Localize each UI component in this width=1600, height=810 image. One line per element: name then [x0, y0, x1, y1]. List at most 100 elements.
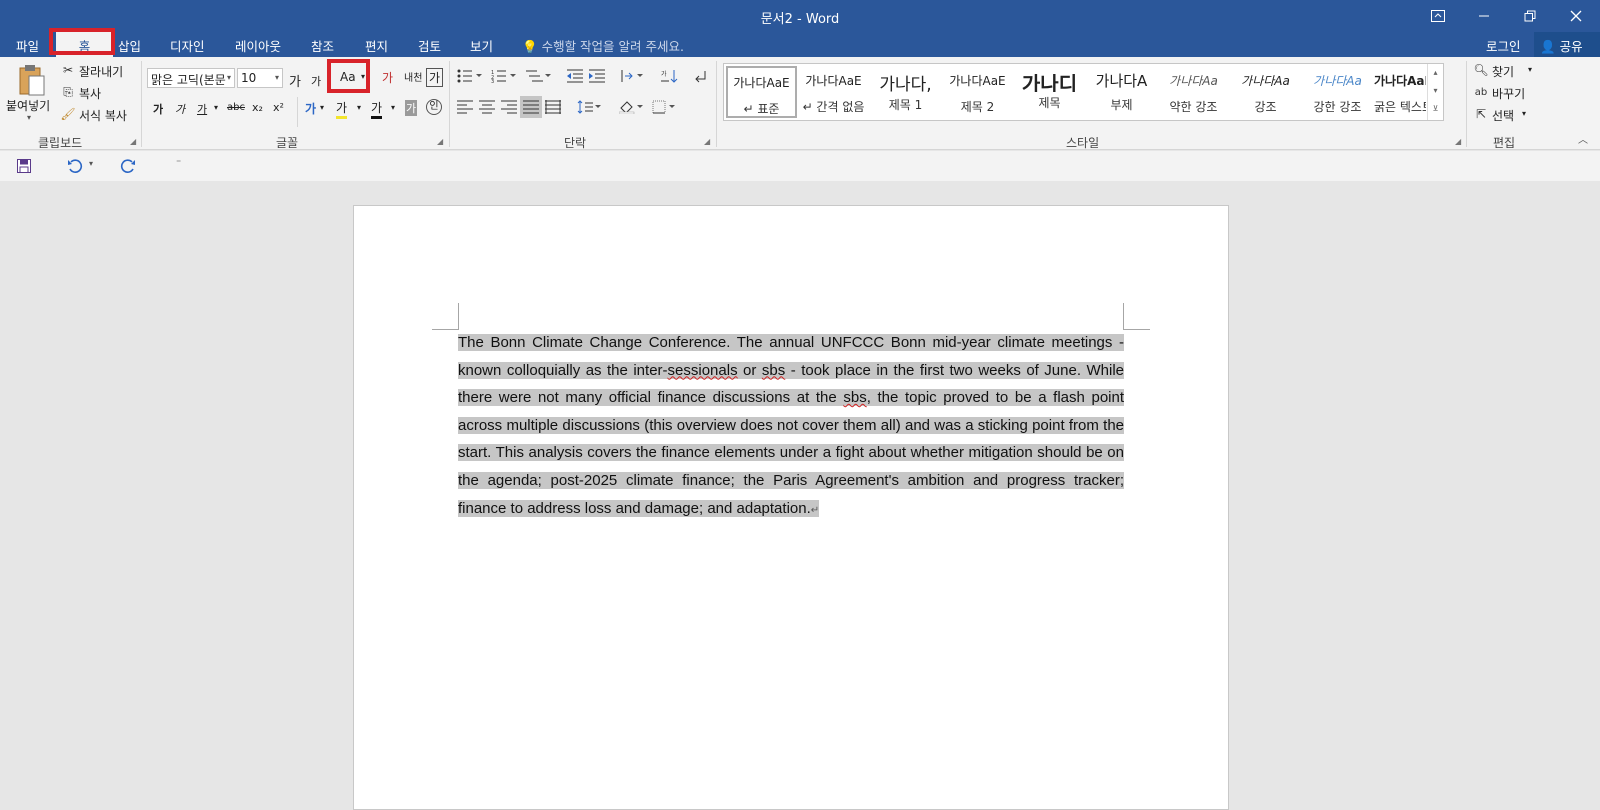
- tab-insert[interactable]: 삽입: [118, 36, 141, 55]
- tell-me-box[interactable]: 💡 수행할 작업을 알려 주세요.: [522, 36, 684, 55]
- cut-button[interactable]: 잘라내기: [79, 63, 123, 80]
- minimize-icon[interactable]: [1461, 0, 1507, 32]
- distributed-icon[interactable]: [544, 99, 562, 115]
- gallery-scroll[interactable]: ▴ ▾ ⊻: [1427, 64, 1443, 120]
- style-intense-emphasis[interactable]: 가나다Aa 강한 강조: [1302, 66, 1373, 118]
- font-size-combo[interactable]: 10 ▾: [237, 68, 283, 88]
- spelling-error[interactable]: sessionals: [668, 362, 738, 379]
- chevron-down-icon[interactable]: ▾: [227, 73, 231, 82]
- shrink-font-button[interactable]: 가: [311, 73, 321, 89]
- align-left-icon[interactable]: [456, 99, 474, 115]
- clear-formatting-button[interactable]: 가: [382, 69, 393, 86]
- clipboard-dialog-launcher-icon[interactable]: ◢: [130, 137, 136, 146]
- enclose-characters-button[interactable]: 인: [426, 99, 442, 115]
- tab-review[interactable]: 검토: [418, 36, 441, 55]
- ribbon-display-options-icon[interactable]: [1415, 0, 1461, 32]
- find-dropdown-icon[interactable]: ▾: [1528, 65, 1532, 74]
- style-title[interactable]: 가나디 제목: [1014, 66, 1085, 118]
- spelling-error[interactable]: sbs: [762, 362, 785, 379]
- superscript-button[interactable]: x²: [273, 101, 284, 114]
- selected-text[interactable]: The Bonn Climate Change Conference. The …: [458, 334, 1124, 517]
- character-shading-button[interactable]: 가: [405, 100, 418, 116]
- underline-dropdown-icon[interactable]: ▾: [214, 103, 218, 112]
- paragraph-dialog-launcher-icon[interactable]: ◢: [704, 137, 710, 146]
- highlight-dropdown-icon[interactable]: ▾: [357, 103, 361, 112]
- chevron-up-icon[interactable]: ▴: [1428, 64, 1443, 82]
- text-effects-button[interactable]: 가: [305, 100, 316, 117]
- paste-dropdown-icon[interactable]: ▾: [27, 113, 31, 122]
- tab-view[interactable]: 보기: [470, 36, 493, 55]
- bold-button[interactable]: 가: [153, 101, 163, 117]
- font-name-combo[interactable]: 맑은 고딕(본문 ▾: [147, 68, 235, 88]
- select-dropdown-icon[interactable]: ▾: [1522, 109, 1526, 118]
- paste-icon[interactable]: [14, 63, 50, 99]
- text-direction-icon[interactable]: [619, 68, 645, 84]
- font-dialog-launcher-icon[interactable]: ◢: [437, 137, 443, 146]
- show-hide-marks-icon[interactable]: [691, 68, 709, 84]
- shading-icon[interactable]: [618, 99, 644, 115]
- bullets-icon[interactable]: [456, 68, 484, 84]
- subscript-button[interactable]: x₂: [252, 101, 263, 114]
- select-button[interactable]: 선택: [1492, 107, 1514, 124]
- justify-icon[interactable]: [520, 96, 542, 118]
- undo-icon[interactable]: [66, 158, 84, 174]
- collapse-ribbon-icon[interactable]: ︿: [1578, 131, 1588, 146]
- tab-layout[interactable]: 레이아웃: [235, 36, 281, 55]
- customize-qat-icon[interactable]: ⁼: [176, 158, 181, 169]
- restore-icon[interactable]: [1507, 0, 1553, 32]
- paste-label[interactable]: 붙여넣기: [6, 97, 50, 114]
- tab-mailings[interactable]: 편지: [365, 36, 388, 55]
- highlight-color-button[interactable]: 가: [336, 99, 348, 119]
- tab-home[interactable]: 홈: [56, 32, 113, 57]
- style-normal[interactable]: 가나다AaE ↵ 표준: [726, 66, 797, 118]
- text-effects-dropdown-icon[interactable]: ▾: [320, 103, 324, 112]
- redo-icon[interactable]: [119, 158, 137, 174]
- increase-indent-icon[interactable]: [588, 68, 606, 84]
- style-subtitle[interactable]: 가나다A 부제: [1086, 66, 1157, 118]
- style-heading-1[interactable]: 가나다, 제목 1: [870, 66, 941, 118]
- find-button[interactable]: 찾기: [1492, 63, 1514, 80]
- underline-button[interactable]: 가: [197, 101, 207, 117]
- style-strong[interactable]: 가나다AaE 굵은 텍스트: [1374, 66, 1426, 118]
- style-emphasis[interactable]: 가나다Aa 강조: [1230, 66, 1301, 118]
- tab-file[interactable]: 파일: [16, 36, 39, 55]
- chevron-down-icon[interactable]: ▾: [1428, 82, 1443, 100]
- login-link[interactable]: 로그인: [1486, 36, 1521, 55]
- font-color-button[interactable]: 가: [371, 99, 383, 119]
- align-right-icon[interactable]: [500, 99, 518, 115]
- style-subtle-emphasis[interactable]: 가나다Aa 약한 강조: [1158, 66, 1229, 118]
- sort-icon[interactable]: 가: [660, 68, 680, 84]
- save-icon[interactable]: [16, 158, 32, 174]
- change-case-dropdown-icon[interactable]: ▾: [361, 72, 365, 81]
- spelling-error[interactable]: sbs: [843, 389, 866, 406]
- share-button[interactable]: 👤 공유: [1534, 32, 1600, 57]
- title-bar: 문서2 - Word: [0, 0, 1600, 32]
- style-heading-2[interactable]: 가나다AaE 제목 2: [942, 66, 1013, 118]
- gallery-more-icon[interactable]: ⊻: [1428, 100, 1443, 118]
- copy-button[interactable]: 복사: [79, 85, 101, 102]
- tab-references[interactable]: 참조: [311, 36, 334, 55]
- line-spacing-icon[interactable]: [576, 99, 602, 115]
- character-border-button[interactable]: 가: [426, 68, 444, 87]
- undo-dropdown-icon[interactable]: ▾: [89, 159, 93, 168]
- format-painter-button[interactable]: 서식 복사: [79, 107, 127, 124]
- strikethrough-button[interactable]: abc: [227, 102, 245, 113]
- borders-icon[interactable]: [651, 99, 677, 115]
- styles-dialog-launcher-icon[interactable]: ◢: [1455, 137, 1461, 146]
- numbering-icon[interactable]: 123: [490, 68, 518, 84]
- change-case-button[interactable]: Aa: [340, 70, 356, 84]
- editing-group-label: 편집: [1493, 136, 1516, 150]
- style-no-spacing[interactable]: 가나다AaE ↵ 간격 없음: [798, 66, 869, 118]
- font-color-dropdown-icon[interactable]: ▾: [391, 103, 395, 112]
- grow-font-button[interactable]: 가: [289, 71, 301, 90]
- tab-design[interactable]: 디자인: [170, 36, 205, 55]
- multilevel-list-icon[interactable]: [524, 68, 552, 84]
- phonetic-guide-button[interactable]: 내천: [404, 69, 422, 84]
- decrease-indent-icon[interactable]: [566, 68, 584, 84]
- align-center-icon[interactable]: [478, 99, 496, 115]
- italic-button[interactable]: 가: [175, 101, 185, 117]
- chevron-down-icon[interactable]: ▾: [275, 73, 279, 82]
- close-icon[interactable]: [1553, 0, 1599, 32]
- document-body-text[interactable]: The Bonn Climate Change Conference. The …: [458, 329, 1124, 524]
- replace-button[interactable]: 바꾸기: [1492, 85, 1525, 102]
